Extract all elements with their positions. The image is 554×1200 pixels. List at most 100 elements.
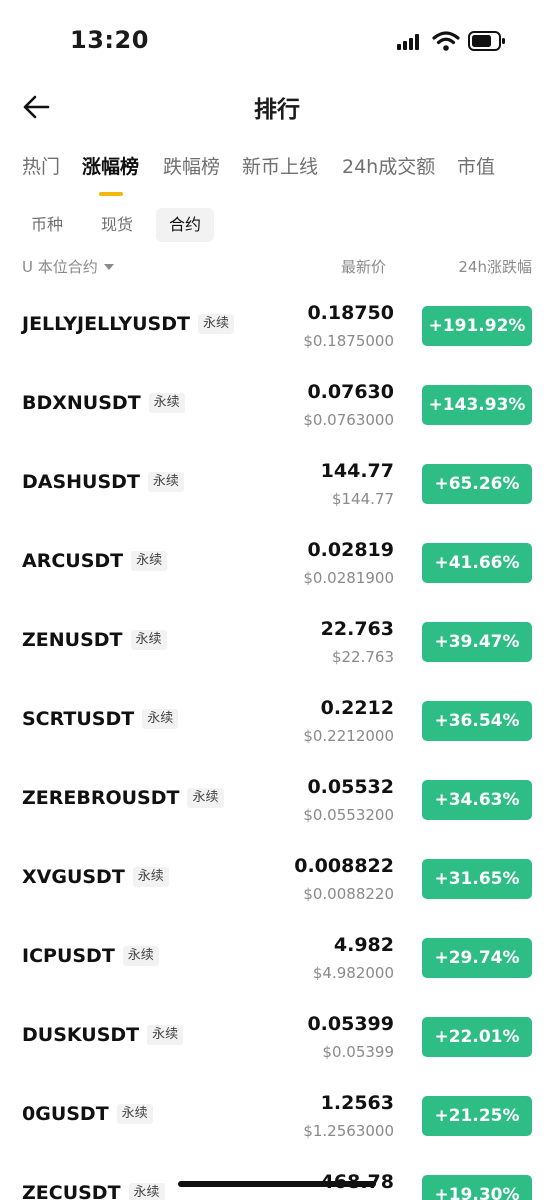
last-price: 0.05399 [307, 1013, 394, 1035]
usd-price: $0.1875000 [303, 332, 394, 350]
change-column-header[interactable]: 24h涨跌幅 [458, 256, 532, 277]
tab-hot[interactable]: 热门 [22, 152, 60, 179]
contract-symbol: ICPUSDT [22, 945, 115, 967]
last-price: 0.2212 [320, 697, 394, 719]
table-row[interactable]: DASHUSDT 永续 144.77 $144.77 +65.26% [0, 446, 554, 525]
symbol-group: DASHUSDT 永续 [22, 471, 184, 499]
change-badge[interactable]: +22.01% [422, 1017, 532, 1057]
usd-price: $1.2563000 [303, 1122, 394, 1140]
symbol-group: SCRTUSDT 永续 [22, 708, 179, 736]
usd-price: $0.0553200 [303, 806, 394, 824]
contract-symbol: ZEREBROUSDT [22, 787, 180, 809]
last-price: 22.763 [320, 618, 394, 640]
page-header: 排行 [0, 80, 554, 136]
table-row[interactable]: ZENUSDT 永续 22.763 $22.763 +39.47% [0, 604, 554, 683]
active-tab-indicator [99, 192, 123, 196]
contract-symbol: 0GUSDT [22, 1103, 109, 1125]
contract-symbol: DUSKUSDT [22, 1024, 140, 1046]
symbol-group: XVGUSDT 永续 [22, 866, 169, 894]
tab-losers[interactable]: 跌幅榜 [163, 152, 220, 179]
change-badge[interactable]: +36.54% [422, 701, 532, 741]
perpetual-tag: 永续 [116, 1104, 153, 1124]
cellular-signal-icon [397, 34, 419, 50]
table-row[interactable]: ICPUSDT 永续 4.982 $4.982000 +29.74% [0, 920, 554, 999]
contract-symbol: JELLYJELLYUSDT [22, 313, 190, 335]
tab-24h-volume[interactable]: 24h成交额 [342, 152, 435, 179]
change-badge[interactable]: +31.65% [422, 859, 532, 899]
symbol-group: ZECUSDT 永续 [22, 1182, 165, 1200]
page-title: 排行 [254, 97, 300, 123]
wifi-icon [432, 31, 460, 51]
last-price: 0.008822 [294, 855, 394, 877]
status-time: 13:20 [70, 26, 149, 54]
usd-price: $0.2212000 [303, 727, 394, 745]
change-badge[interactable]: +34.63% [422, 780, 532, 820]
table-row[interactable]: XVGUSDT 永续 0.008822 $0.0088220 +31.65% [0, 841, 554, 920]
change-badge[interactable]: +65.26% [422, 464, 532, 504]
symbol-group: BDXNUSDT 永续 [22, 392, 185, 420]
perpetual-tag: 永续 [142, 709, 179, 729]
last-price: 4.982 [333, 934, 394, 956]
change-badge[interactable]: +19.30% [422, 1175, 532, 1200]
contract-symbol: ZENUSDT [22, 629, 123, 651]
symbol-group: ZENUSDT 永续 [22, 629, 167, 657]
change-badge[interactable]: +143.93% [422, 385, 532, 425]
table-row[interactable]: ZECUSDT永续468.78+19.30% [0, 1157, 554, 1200]
column-headers: U 本位合约 最新价 24h涨跌幅 [0, 256, 554, 280]
symbol-group: ZEREBROUSDT 永续 [22, 787, 224, 815]
perpetual-tag: 永续 [147, 472, 184, 492]
caret-down-icon [103, 264, 114, 270]
perpetual-tag: 永续 [131, 551, 168, 571]
contract-symbol: DASHUSDT [22, 471, 140, 493]
table-row[interactable]: DUSKUSDT 永续 0.05399 $0.05399 +22.01% [0, 999, 554, 1078]
usd-price: $0.0281900 [303, 569, 394, 587]
table-row[interactable]: ARCUSDT 永续 0.02819 $0.0281900 +41.66% [0, 525, 554, 604]
contract-type-filter-label: U 本位合约 [22, 258, 98, 276]
home-indicator [178, 1181, 376, 1187]
table-row[interactable]: JELLYJELLYUSDT 永续 0.18750 $0.1875000 +191.92… [0, 288, 554, 367]
perpetual-tag: 永续 [132, 867, 169, 887]
contract-symbol: XVGUSDT [22, 866, 125, 888]
tab-gainers[interactable]: 涨幅榜 [82, 152, 139, 179]
symbol-group: JELLYJELLYUSDT 永续 [22, 313, 234, 341]
change-badge[interactable]: +21.25% [422, 1096, 532, 1136]
price-column-header[interactable]: 最新价 [341, 256, 386, 277]
table-row[interactable]: BDXNUSDT 永续 0.07630 $0.0763000 +143.93% [0, 367, 554, 446]
usd-price: $22.763 [331, 648, 394, 666]
change-badge[interactable]: +191.92% [422, 306, 532, 346]
last-price: 0.18750 [307, 302, 394, 324]
usd-price: $0.0763000 [303, 411, 394, 429]
battery-icon [468, 31, 505, 51]
subtab-spot[interactable]: 现货 [88, 208, 146, 242]
perpetual-tag: 永续 [128, 1183, 165, 1200]
perpetual-tag: 永续 [122, 946, 159, 966]
contract-type-filter[interactable]: U 本位合约 [22, 256, 114, 277]
table-row[interactable]: 0GUSDT 永续 1.2563 $1.2563000 +21.25% [0, 1078, 554, 1157]
subtab-coins[interactable]: 币种 [18, 208, 76, 242]
table-row[interactable]: SCRTUSDT 永续 0.2212 $0.2212000 +36.54% [0, 683, 554, 762]
symbol-group: 0GUSDT 永续 [22, 1103, 153, 1131]
last-price: 0.07630 [307, 381, 394, 403]
contract-symbol: ZECUSDT [22, 1182, 121, 1200]
last-price: 0.02819 [307, 539, 394, 561]
table-row[interactable]: ZEREBROUSDT 永续 0.05532 $0.0553200 +34.63% [0, 762, 554, 841]
perpetual-tag: 永续 [187, 788, 224, 808]
symbol-group: ICPUSDT 永续 [22, 945, 159, 973]
perpetual-tag: 永续 [148, 393, 185, 413]
subtab-futures[interactable]: 合约 [156, 208, 215, 242]
usd-price: $0.05399 [322, 1043, 394, 1061]
perpetual-tag: 永续 [197, 314, 234, 334]
change-badge[interactable]: +39.47% [422, 622, 532, 662]
symbol-group: DUSKUSDT 永续 [22, 1024, 184, 1052]
last-price: 144.77 [320, 460, 394, 482]
last-price: 0.05532 [307, 776, 394, 798]
tab-market-cap[interactable]: 市值 [457, 152, 495, 179]
perpetual-tag: 永续 [147, 1025, 184, 1045]
change-badge[interactable]: +29.74% [422, 938, 532, 978]
contract-symbol: BDXNUSDT [22, 392, 141, 414]
perpetual-tag: 永续 [130, 630, 167, 650]
tab-new-listings[interactable]: 新币上线 [242, 152, 318, 179]
change-badge[interactable]: +41.66% [422, 543, 532, 583]
symbol-group: ARCUSDT 永续 [22, 550, 168, 578]
usd-price: $0.0088220 [303, 885, 394, 903]
